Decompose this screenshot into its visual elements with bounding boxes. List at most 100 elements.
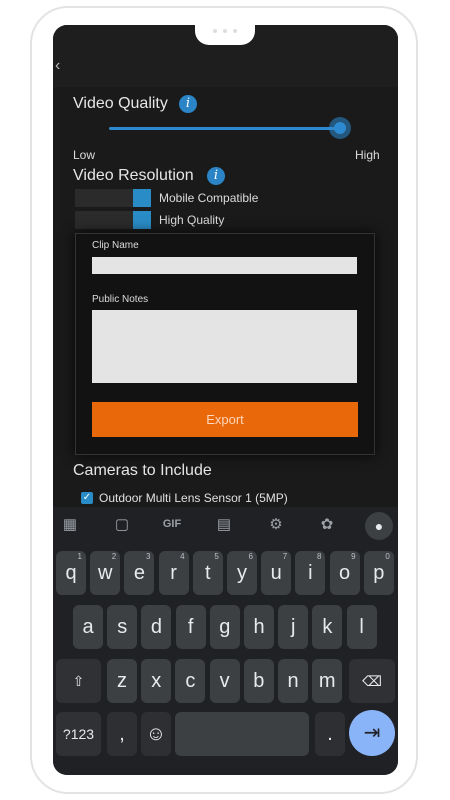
key-h[interactable]: h — [244, 605, 274, 649]
key-b-label: b — [253, 670, 265, 692]
key-i[interactable]: i8 — [295, 551, 326, 595]
key-t[interactable]: t5 — [192, 551, 223, 595]
key-y-label: y — [237, 562, 247, 584]
key-x[interactable]: x — [141, 659, 172, 703]
key-q[interactable]: q1 — [56, 551, 86, 595]
key-h-label: h — [253, 616, 265, 638]
key-f[interactable]: f — [175, 605, 206, 649]
public-notes-label: Public Notes — [92, 294, 149, 305]
key-p-label: p — [373, 562, 385, 584]
key-d-label: d — [150, 616, 162, 638]
export-button[interactable]: Export — [92, 402, 358, 437]
period-key[interactable]: . — [315, 712, 345, 756]
clipboard-icon[interactable]: ▤ — [211, 515, 237, 533]
key-j[interactable]: j — [278, 605, 309, 649]
video-resolution-info-icon[interactable]: i — [207, 167, 225, 185]
clip-name-input[interactable] — [92, 257, 357, 274]
key-w[interactable]: w2 — [90, 551, 121, 595]
camera-item[interactable]: ✓ Outdoor Multi Lens Sensor 1 (5MP) — [81, 491, 288, 505]
emoji-key[interactable]: ☺ — [141, 712, 171, 756]
clip-name-label: Clip Name — [92, 240, 139, 251]
key-r-hint: 4 — [180, 552, 185, 561]
key-a[interactable]: a — [73, 605, 103, 649]
key-t-hint: 5 — [214, 552, 219, 561]
high-quality-toggle[interactable] — [75, 211, 151, 229]
key-o-hint: 9 — [351, 552, 356, 561]
key-n[interactable]: n — [278, 659, 308, 703]
slider-thumb[interactable] — [334, 122, 346, 134]
mobile-compatible-toggle[interactable] — [75, 189, 151, 207]
spacebar-key[interactable] — [175, 712, 309, 756]
apps-icon[interactable]: ▦ — [57, 515, 83, 533]
key-c-label: c — [185, 670, 196, 692]
export-dialog: Clip Name Public Notes Export — [75, 233, 375, 455]
key-m-label: m — [318, 670, 336, 692]
key-l-label: l — [359, 616, 364, 638]
quality-high-label: High — [355, 148, 380, 162]
cameras-to-include-label: Cameras to Include — [73, 462, 212, 479]
palette-icon[interactable]: ✿ — [314, 515, 340, 533]
back-button[interactable]: ‹ — [55, 57, 60, 75]
key-q-hint: 1 — [77, 552, 82, 561]
key-n-label: n — [287, 670, 299, 692]
camera-notch — [195, 25, 255, 45]
quality-low-label: Low — [73, 148, 96, 162]
key-j-label: j — [290, 616, 296, 638]
key-i-label: i — [308, 562, 313, 584]
backspace-key-label: ⌫ — [362, 673, 382, 689]
mic-icon[interactable]: ● — [365, 512, 393, 540]
key-o[interactable]: o9 — [329, 551, 360, 595]
key-b[interactable]: b — [243, 659, 274, 703]
camera-checkbox-icon[interactable]: ✓ — [81, 492, 93, 504]
mobile-compatible-label: Mobile Compatible — [159, 191, 259, 205]
key-m[interactable]: m — [312, 659, 343, 703]
key-p-hint: 0 — [385, 552, 390, 561]
key-e[interactable]: e3 — [124, 551, 155, 595]
high-quality-label: High Quality — [159, 213, 225, 227]
key-l[interactable]: l — [346, 605, 377, 649]
keyboard-toolbar: ▦ ▢ GIF ▤ ⚙ ✿ ● — [53, 507, 398, 545]
soft-keyboard: ▦ ▢ GIF ▤ ⚙ ✿ ● q1w2e3r4t5y6u7i8o9p0asdf… — [53, 507, 398, 775]
key-u[interactable]: u7 — [261, 551, 292, 595]
key-z[interactable]: z — [107, 659, 137, 703]
key-r[interactable]: r4 — [158, 551, 189, 595]
key-g-label: g — [219, 616, 231, 638]
key-x-label: x — [151, 670, 162, 692]
key-a-label: a — [82, 616, 94, 638]
video-quality-slider[interactable] — [109, 127, 341, 130]
key-g[interactable]: g — [209, 605, 240, 649]
key-u-hint: 7 — [282, 552, 288, 561]
screen: ‹ Video Quality i Low High Video Resolut… — [53, 25, 398, 775]
gif-icon[interactable]: GIF — [159, 518, 185, 530]
period-key-label: . — [327, 723, 333, 745]
key-w-label: w — [97, 562, 113, 584]
enter-key[interactable]: ⇥ — [349, 710, 395, 756]
key-s-label: s — [117, 616, 128, 638]
public-notes-textarea[interactable] — [92, 310, 357, 383]
key-y[interactable]: y6 — [227, 551, 257, 595]
backspace-key[interactable]: ⌫ — [349, 659, 395, 703]
sticker-icon[interactable]: ▢ — [109, 515, 135, 533]
key-f-label: f — [187, 616, 194, 638]
key-e-label: e — [133, 562, 145, 584]
comma-key[interactable]: , — [107, 712, 137, 756]
video-quality-info-icon[interactable]: i — [179, 95, 197, 113]
symbols-key[interactable]: ?123 — [56, 712, 101, 756]
key-k[interactable]: k — [312, 605, 343, 649]
video-quality-label: Video Quality — [73, 95, 168, 112]
key-p[interactable]: p0 — [363, 551, 394, 595]
shift-key[interactable]: ⇧ — [56, 659, 101, 703]
settings-icon[interactable]: ⚙ — [263, 515, 289, 533]
key-v[interactable]: v — [209, 659, 240, 703]
key-v-label: v — [219, 670, 230, 692]
key-e-hint: 3 — [145, 552, 151, 561]
key-z-label: z — [117, 670, 127, 692]
key-d[interactable]: d — [141, 605, 172, 649]
key-w-hint: 2 — [111, 552, 117, 561]
key-y-hint: 6 — [248, 552, 253, 561]
key-o-label: o — [339, 562, 351, 584]
key-c[interactable]: c — [175, 659, 206, 703]
key-k-label: k — [322, 616, 333, 638]
key-s[interactable]: s — [107, 605, 138, 649]
emoji-key-label: ☺ — [145, 723, 167, 745]
